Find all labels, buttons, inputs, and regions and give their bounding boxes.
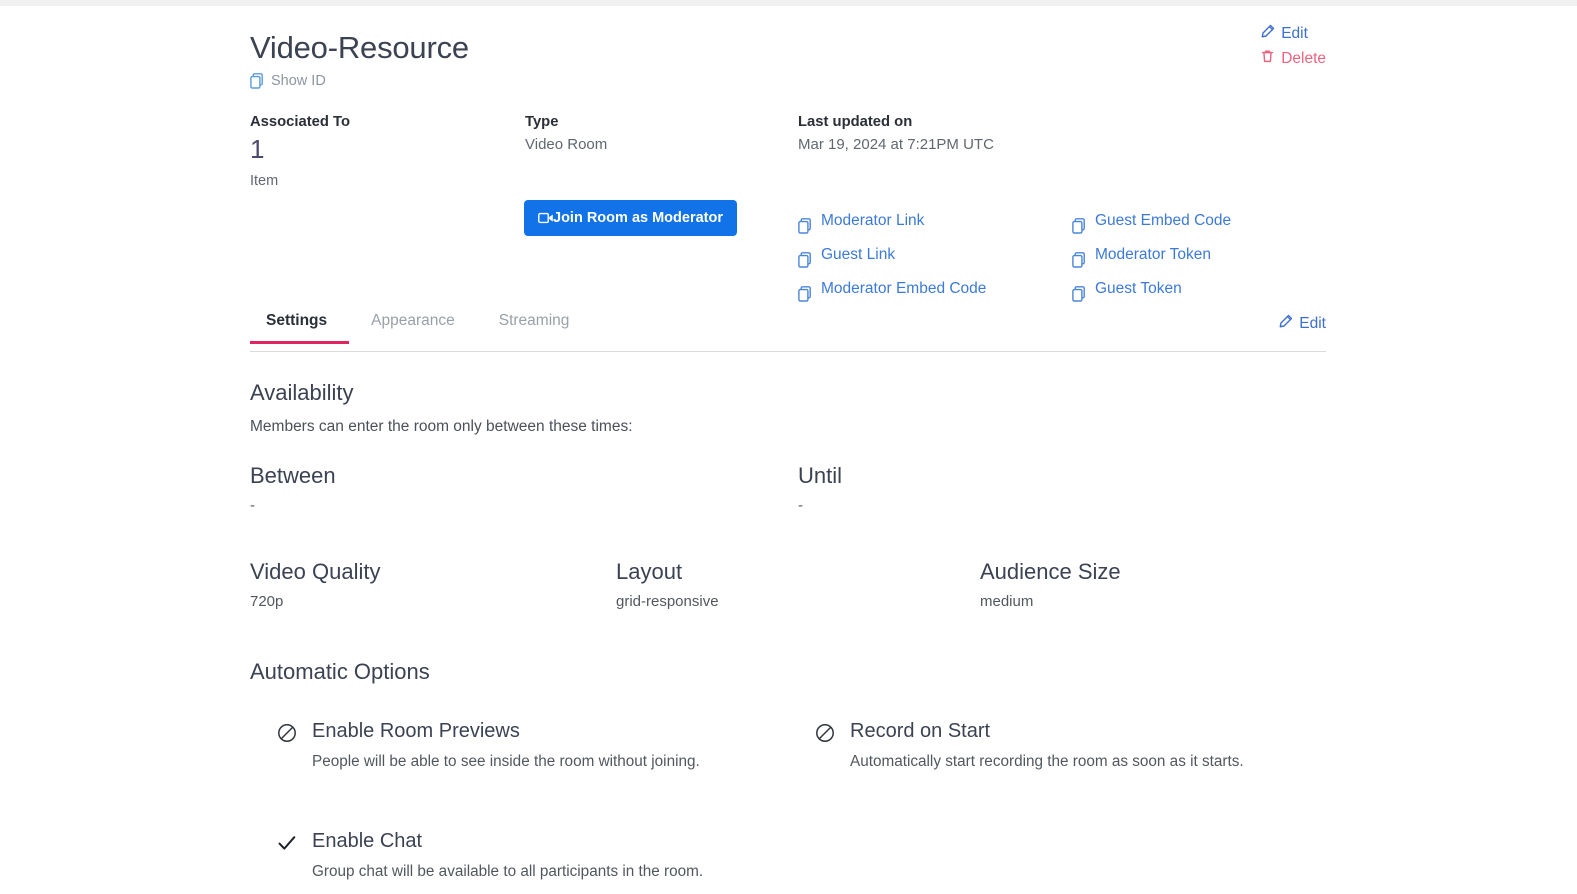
layout-label: Layout [616, 559, 683, 584]
between-value: - [250, 497, 255, 514]
meta-last-updated: Last updated on Mar 19, 2024 at 7:21PM U… [798, 112, 994, 156]
pencil-icon [1260, 24, 1275, 44]
copy-icon [798, 213, 812, 234]
prohibited-icon [276, 722, 298, 744]
copy-links-column-b: Guest Embed Code Moderator Token Guest T… [1072, 204, 1231, 306]
pencil-icon [1278, 314, 1293, 334]
page-title: Video-Resource [250, 30, 469, 65]
between-field: Between - [250, 461, 336, 514]
video-quality-field: Video Quality 720p [250, 557, 380, 610]
option-enable-room-previews: Enable Room Previews People will be able… [276, 718, 756, 774]
copy-guest-embed-code[interactable]: Guest Embed Code [1072, 204, 1231, 238]
join-and-links-row: Join Room as Moderator Moderator Link Gu… [250, 200, 1326, 308]
option-description: Group chat will be available to all part… [312, 863, 704, 880]
join-room-button-label: Join Room as Moderator [553, 210, 723, 226]
copy-icon [1072, 247, 1086, 268]
copy-guest-token[interactable]: Guest Token [1072, 272, 1231, 306]
option-text-block: Enable Room Previews People will be able… [312, 718, 700, 774]
copy-moderator-embed-code[interactable]: Moderator Embed Code [798, 272, 986, 306]
copy-moderator-embed-code-label: Moderator Embed Code [821, 280, 987, 297]
copy-moderator-token-label: Moderator Token [1095, 246, 1212, 263]
edit-resource-button[interactable]: Edit [1260, 24, 1326, 44]
show-id-label: Show ID [271, 73, 326, 89]
option-enable-chat: Enable Chat Group chat will be available… [276, 828, 756, 884]
tab-settings-label: Settings [266, 312, 328, 329]
option-description: People will be able to see inside the ro… [312, 753, 700, 770]
associated-to-count: 1 [250, 134, 265, 164]
option-description: Automatically start recording the room a… [850, 753, 1244, 770]
meta-row: Associated To 1 Item Type Video Room Las… [250, 112, 1326, 190]
join-room-as-moderator-button[interactable]: Join Room as Moderator [524, 200, 737, 236]
option-text-block: Enable Chat Group chat will be available… [312, 828, 703, 884]
automatic-options-section: Automatic Options Enable Room Previews P… [250, 657, 1326, 880]
option-record-on-start: Record on Start Automatically start reco… [814, 718, 1294, 774]
audience-size-label: Audience Size [980, 559, 1121, 584]
trash-icon [1260, 49, 1275, 69]
delete-resource-label: Delete [1281, 50, 1326, 67]
check-icon [276, 832, 298, 854]
availability-times-row: Between - Until - [250, 461, 1326, 523]
header-actions: Edit Delete [1260, 24, 1326, 74]
copy-links-column-a: Moderator Link Guest Link Moderator Embe… [798, 204, 986, 306]
between-label: Between [250, 463, 336, 488]
delete-resource-button[interactable]: Delete [1260, 49, 1326, 69]
type-label: Type [525, 114, 559, 130]
associated-to-unit: Item [250, 173, 279, 189]
audience-size-value: medium [980, 593, 1034, 610]
tab-bar: Settings Appearance Streaming Edit [250, 312, 1326, 352]
automatic-options-title: Automatic Options [250, 659, 430, 684]
edit-settings-label: Edit [1299, 315, 1326, 332]
copy-icon [1072, 213, 1086, 234]
copy-guest-link[interactable]: Guest Link [798, 238, 986, 272]
tab-appearance[interactable]: Appearance [349, 312, 477, 343]
tab-appearance-label: Appearance [371, 312, 455, 329]
copy-guest-link-label: Guest Link [821, 246, 896, 263]
copy-guest-embed-code-label: Guest Embed Code [1095, 212, 1232, 229]
prohibited-icon [814, 722, 836, 744]
layout-value: grid-responsive [616, 593, 719, 610]
copy-icon [798, 247, 812, 268]
until-label: Until [798, 463, 843, 488]
option-title: Enable Room Previews [312, 720, 520, 742]
content-container: Video-Resource Show ID Edit Delete Assoc… [250, 6, 1326, 880]
edit-resource-label: Edit [1281, 25, 1308, 42]
option-title: Record on Start [850, 720, 991, 742]
page-root: Video-Resource Show ID Edit Delete Assoc… [0, 6, 1577, 894]
audience-size-field: Audience Size medium [980, 557, 1121, 610]
video-camera-icon [538, 212, 554, 224]
copy-icon [250, 73, 264, 89]
associated-to-label: Associated To [250, 114, 351, 130]
room-settings-row: Video Quality 720p Layout grid-responsiv… [250, 557, 1326, 627]
availability-subtitle: Members can enter the room only between … [250, 418, 633, 435]
option-title: Enable Chat [312, 830, 423, 852]
video-quality-label: Video Quality [250, 559, 381, 584]
copy-guest-token-label: Guest Token [1095, 280, 1182, 297]
availability-title: Availability [250, 380, 354, 405]
type-value: Video Room [525, 136, 608, 153]
show-id-button[interactable]: Show ID [250, 73, 326, 89]
video-quality-value: 720p [250, 593, 284, 610]
copy-moderator-token[interactable]: Moderator Token [1072, 238, 1231, 272]
copy-moderator-link-label: Moderator Link [821, 212, 925, 229]
tab-list: Settings Appearance Streaming [250, 312, 1326, 344]
tab-streaming[interactable]: Streaming [477, 312, 592, 343]
copy-moderator-link[interactable]: Moderator Link [798, 204, 986, 238]
tab-settings[interactable]: Settings [250, 312, 350, 344]
page-header: Video-Resource Show ID Edit Delete [250, 6, 1326, 94]
tab-streaming-label: Streaming [498, 312, 570, 329]
copy-icon [1072, 281, 1086, 302]
copy-icon [798, 281, 812, 302]
option-text-block: Record on Start Automatically start reco… [850, 718, 1244, 774]
until-value: - [798, 497, 803, 514]
layout-field: Layout grid-responsive [616, 557, 719, 610]
last-updated-value: Mar 19, 2024 at 7:21PM UTC [798, 136, 994, 153]
until-field: Until - [798, 461, 842, 514]
edit-settings-button[interactable]: Edit [1278, 314, 1326, 334]
last-updated-label: Last updated on [798, 114, 913, 130]
meta-type: Type Video Room [525, 112, 607, 156]
meta-associated-to: Associated To 1 Item [250, 112, 350, 189]
